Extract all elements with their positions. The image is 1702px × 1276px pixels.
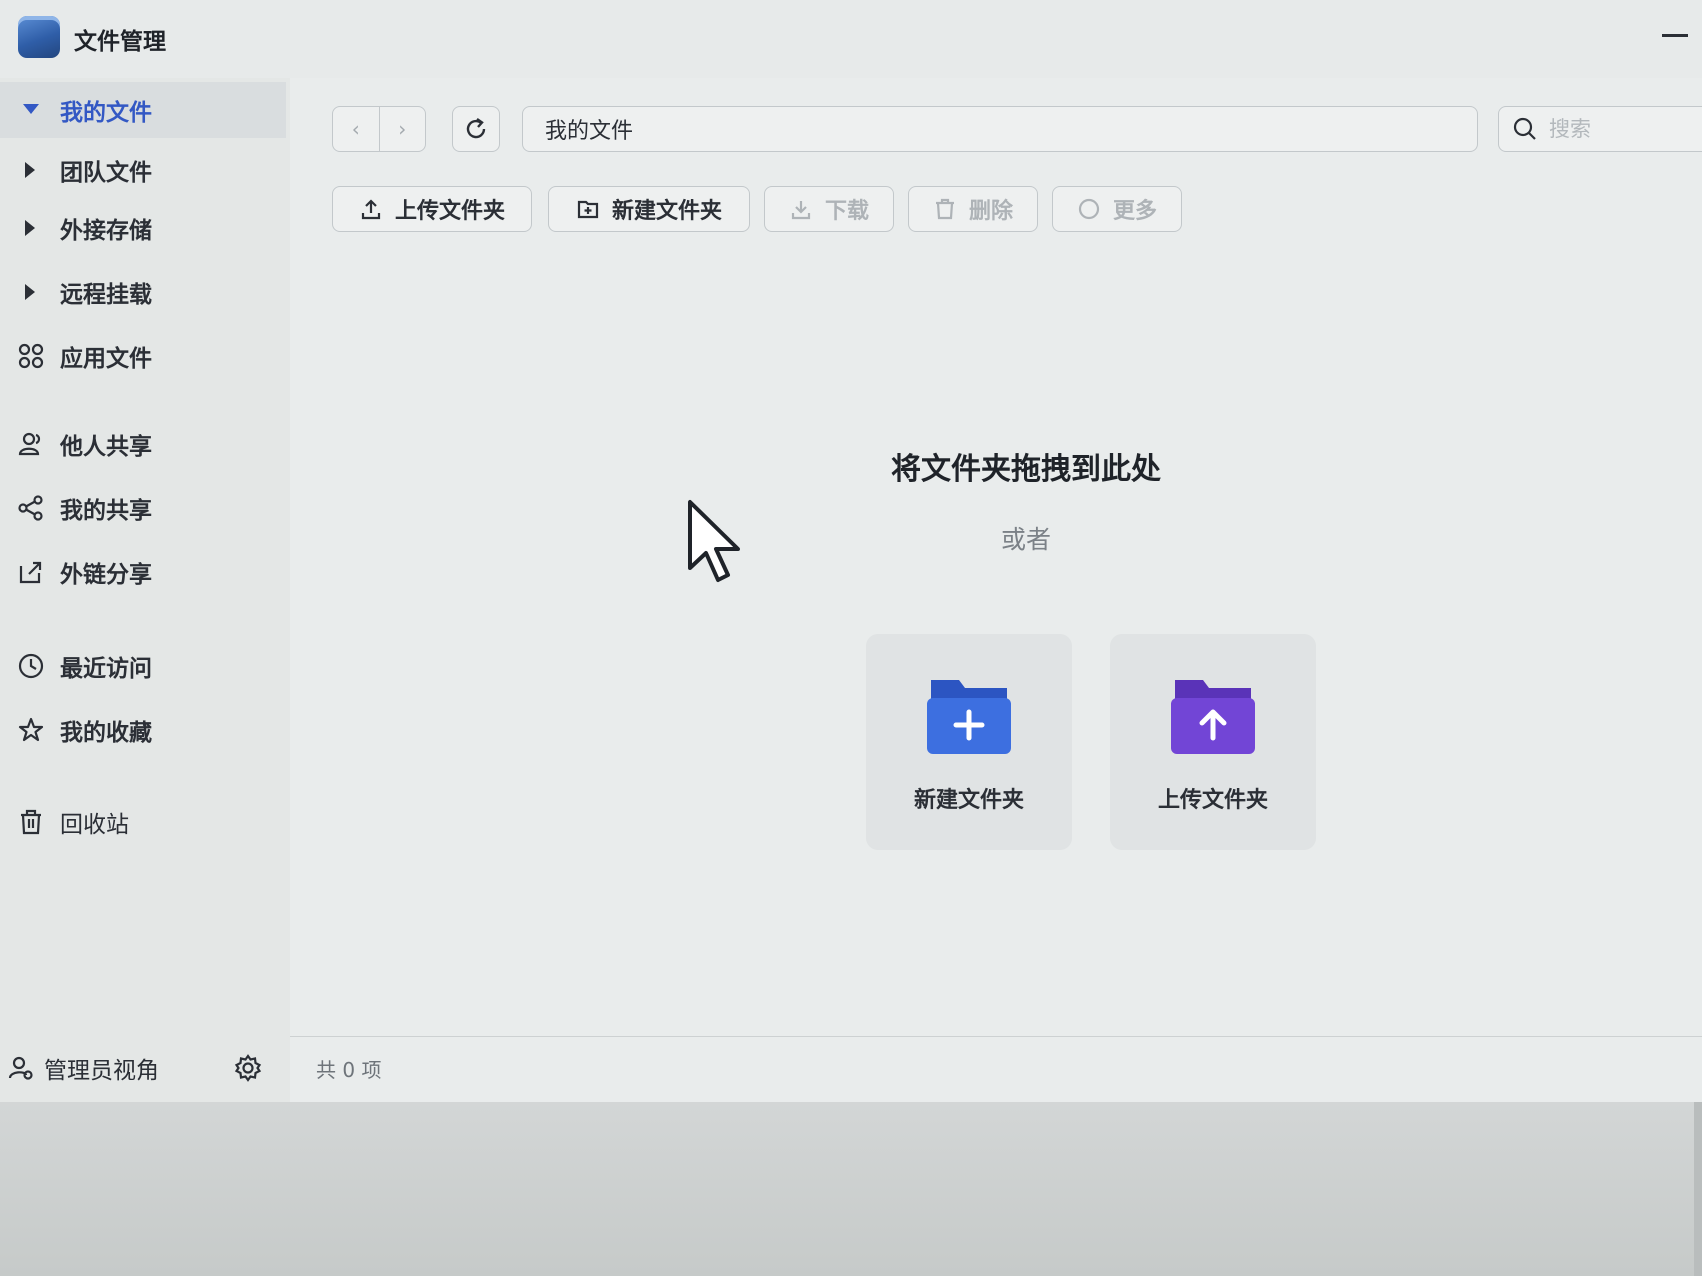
sidebar-item-label: 应用文件 <box>60 346 152 372</box>
main-content: ‹ › 我的文件 搜索 上传文件夹 新建文件夹 下载 删除 更多 将文件夹拖拽到… <box>290 78 1702 1102</box>
external-link-icon <box>14 559 48 585</box>
app-logo-icon <box>18 16 60 58</box>
back-button[interactable]: ‹ <box>333 107 379 151</box>
sidebar-item-favorites[interactable]: 我的收藏 <box>0 702 286 758</box>
sidebar: 我的文件 团队文件 外接存储 远程挂载 应用文件 他人共享 我的共享 外链分享 … <box>0 78 290 1102</box>
folder-plus-icon <box>927 676 1011 754</box>
status-divider <box>290 1036 1702 1037</box>
sidebar-item-label: 我的文件 <box>60 100 152 126</box>
sidebar-item-label: 我的共享 <box>60 498 152 524</box>
star-icon <box>14 717 48 743</box>
gear-icon[interactable] <box>234 1054 262 1082</box>
users-icon <box>14 431 48 457</box>
sidebar-item-my-files[interactable]: 我的文件 <box>0 82 286 138</box>
more-circle-icon <box>1077 197 1101 221</box>
search-input[interactable] <box>1549 117 1669 141</box>
search-box[interactable] <box>1498 106 1702 152</box>
sidebar-item-label: 他人共享 <box>60 434 152 460</box>
caret-right-icon <box>14 220 48 236</box>
drop-zone-title: 将文件夹拖拽到此处 <box>891 452 1161 487</box>
sidebar-item-app-files[interactable]: 应用文件 <box>0 328 286 384</box>
sidebar-item-label: 外接存储 <box>60 218 152 244</box>
sidebar-item-external-storage[interactable]: 外接存储 <box>0 200 286 256</box>
trash-icon <box>14 809 48 835</box>
sidebar-item-recent[interactable]: 最近访问 <box>0 638 286 694</box>
minimize-button[interactable] <box>1662 34 1688 37</box>
path-breadcrumb[interactable]: 我的文件 <box>522 106 1478 152</box>
sidebar-item-shared-with-me[interactable]: 他人共享 <box>0 416 286 472</box>
sidebar-item-label: 团队文件 <box>60 160 152 186</box>
sidebar-item-label: 最近访问 <box>60 656 152 682</box>
mouse-cursor-icon <box>686 498 746 584</box>
share-icon <box>14 495 48 521</box>
title-bar: 文件管理 <box>0 0 1702 78</box>
sidebar-item-team-files[interactable]: 团队文件 <box>0 142 286 198</box>
admin-view-label: 管理员视角 <box>44 1058 159 1084</box>
desktop-background <box>0 1102 1702 1276</box>
new-folder-card[interactable]: 新建文件夹 <box>866 634 1072 850</box>
caret-right-icon <box>14 162 48 178</box>
download-button[interactable]: 下载 <box>764 186 894 232</box>
apps-grid-icon <box>14 343 48 369</box>
screen-edge <box>1694 1102 1702 1276</box>
new-folder-label: 新建文件夹 <box>611 199 722 224</box>
drop-zone-or: 或者 <box>1000 525 1051 554</box>
more-label: 更多 <box>1112 199 1157 224</box>
refresh-icon <box>463 116 489 142</box>
upload-folder-card[interactable]: 上传文件夹 <box>1110 634 1316 850</box>
folder-upload-icon <box>1171 676 1255 754</box>
clock-icon <box>14 653 48 679</box>
more-button[interactable]: 更多 <box>1052 186 1182 232</box>
download-icon <box>789 197 813 221</box>
sidebar-item-label: 回收站 <box>60 812 129 838</box>
sidebar-item-label: 远程挂载 <box>60 282 152 308</box>
delete-label: 删除 <box>968 199 1013 224</box>
upload-folder-card-label: 上传文件夹 <box>1157 788 1268 813</box>
file-manager-window: 文件管理 我的文件 团队文件 外接存储 远程挂载 应用文件 他人共享 我的共享 … <box>0 0 1702 1102</box>
new-folder-button[interactable]: 新建文件夹 <box>548 186 750 232</box>
sidebar-item-label: 外链分享 <box>60 562 152 588</box>
refresh-button[interactable] <box>452 106 500 152</box>
caret-down-icon <box>14 104 48 116</box>
search-icon <box>1513 117 1537 141</box>
item-count: 共 0 项 <box>316 1058 382 1082</box>
upload-icon <box>359 197 383 221</box>
sidebar-item-recycle-bin[interactable]: 回收站 <box>0 794 286 850</box>
sidebar-item-label: 我的收藏 <box>60 720 152 746</box>
trash-icon <box>933 197 957 221</box>
admin-view-toggle[interactable]: 管理员视角 <box>0 1040 290 1096</box>
delete-button[interactable]: 删除 <box>908 186 1038 232</box>
sidebar-item-remote-mount[interactable]: 远程挂载 <box>0 264 286 320</box>
upload-folder-button[interactable]: 上传文件夹 <box>332 186 532 232</box>
sidebar-item-link-shares[interactable]: 外链分享 <box>0 544 286 600</box>
download-label: 下载 <box>824 199 869 224</box>
app-title: 文件管理 <box>74 29 166 55</box>
new-folder-card-label: 新建文件夹 <box>913 788 1024 813</box>
folder-plus-icon <box>576 197 600 221</box>
sidebar-item-my-shares[interactable]: 我的共享 <box>0 480 286 536</box>
history-nav: ‹ › <box>332 106 426 152</box>
upload-folder-label: 上传文件夹 <box>394 199 505 224</box>
caret-right-icon <box>14 284 48 300</box>
admin-user-icon <box>8 1055 34 1081</box>
forward-button[interactable]: › <box>378 107 426 151</box>
